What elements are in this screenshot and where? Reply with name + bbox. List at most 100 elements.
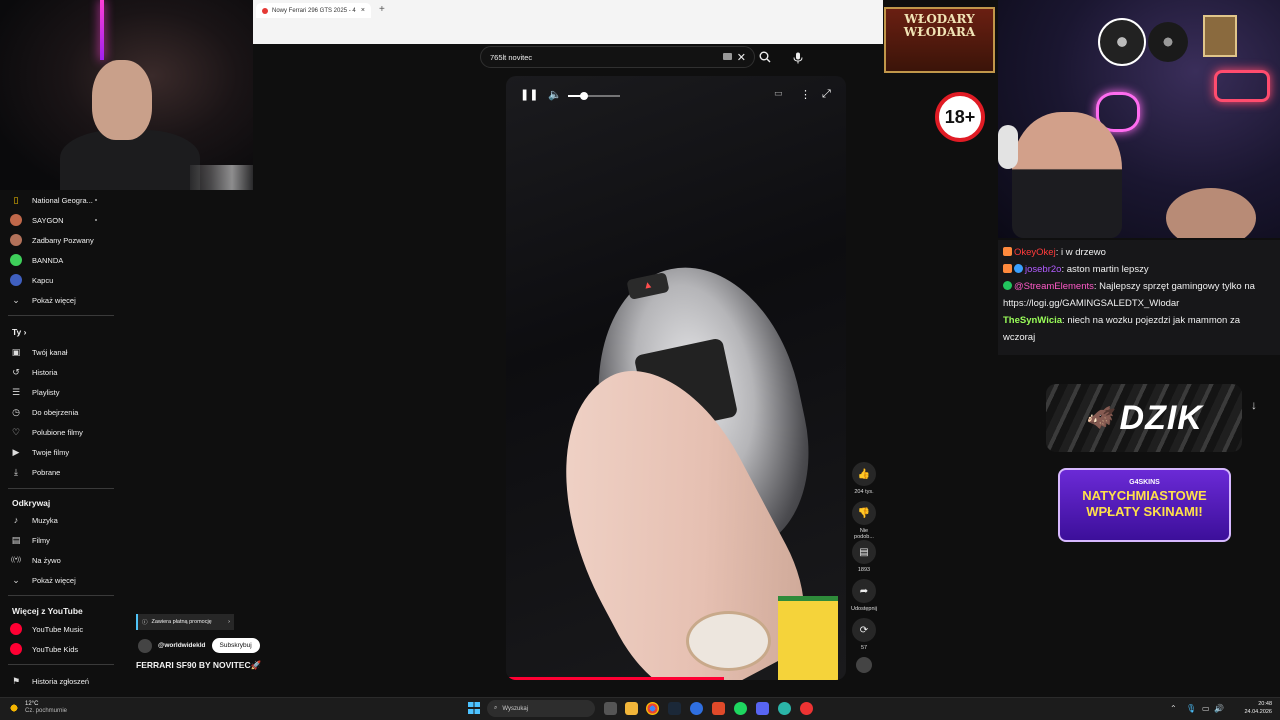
chat-user[interactable]: josebr2o [1025,264,1061,275]
clock-date: 24.04.2026 [1244,709,1272,715]
volume-knob[interactable] [579,92,588,100]
natgeo-avatar: ▯ [13,194,19,205]
sidebar-item-playlists[interactable]: ☰ Playlisty [10,382,125,402]
sidebar-item-music[interactable]: ♪ Muzyka [10,510,125,530]
zadbany-avatar [10,234,22,246]
youtube-music-icon [10,623,22,635]
ferrari-badge-icon [778,596,838,680]
remix-button[interactable]: ⟳ 57 [851,618,877,651]
streamer-webcam-left [0,0,253,190]
sidebar-item-your-channel[interactable]: ▣ Twój kanał [10,342,125,362]
weather-widget[interactable]: 12°C Cz. pochmurnie [8,701,67,715]
new-content-dot [95,219,97,221]
app-icon[interactable] [800,702,813,715]
steam-icon[interactable] [668,702,681,715]
chat-user[interactable]: OkeyOkej [1014,247,1056,258]
clock[interactable]: 20:48 24.04.2026 [1244,700,1272,716]
sidebar-item-label: SAYGON [32,215,64,225]
sidebar-item-label: Pobrane [32,467,61,477]
keyboard-icon[interactable] [723,53,732,60]
microphone-icon[interactable]: 🎙 [1186,704,1196,713]
new-tab-button[interactable]: + [379,4,385,15]
boar-icon: 🐗 [1085,405,1114,430]
channel-name[interactable]: @worldwidekld [158,642,206,649]
sidebar-item-youtube-music[interactable]: YouTube Music [10,619,125,639]
sidebar-item-live[interactable]: ((•)) Na żywo [10,550,125,570]
clock-time: 20:48 [1258,701,1272,707]
discord-icon[interactable] [756,702,769,715]
edge-icon[interactable] [690,702,703,715]
sidebar-item-report-history[interactable]: ⚑ Historia zgłoszeń [10,671,125,691]
sidebar-item-label: Do obejrzenia [32,407,79,417]
search-input[interactable]: 765lt novitec ✕ [480,46,755,68]
voice-search-button[interactable] [787,47,809,69]
video-title[interactable]: FERRARI SF90 BY NOVITEC🚀 [136,660,261,671]
chrome-icon[interactable] [646,702,659,715]
browser-tab[interactable]: Nowy Ferrari 296 GTS 2025 - 4 × [256,3,371,18]
show-more-explore[interactable]: ⌄ Pokaż więcej [10,570,125,590]
tray-chevron-icon[interactable]: ⌃ [1170,704,1177,713]
live-icon: ((•)) [10,557,22,563]
network-icon[interactable]: ▭ [1202,704,1210,713]
taskbar-search[interactable]: ⌕ Wyszukaj [487,700,595,717]
task-view-icon[interactable] [604,702,617,715]
paid-promotion-chip[interactable]: ⓘ Zawiera płatną promocję › [136,614,234,630]
logo-line-2: WŁODARA [903,25,976,39]
sidebar-item-your-videos[interactable]: ▶ Twoje filmy [10,442,125,462]
search-button[interactable] [755,47,775,67]
sidebar-sub-bannda[interactable]: BANNDA [10,250,125,270]
channel-avatar[interactable] [138,638,152,653]
like-count: 204 tys. [854,489,874,495]
share-button[interactable]: ➦ Udostępnij [851,579,877,612]
windows-start-icon[interactable] [468,702,480,714]
verified-icon [1003,281,1012,290]
captions-icon[interactable]: ▭ [774,88,783,99]
kapcu-avatar [10,274,22,286]
app-icon[interactable] [778,702,791,715]
sidebar-sub-saygon[interactable]: SAYGON [10,210,125,230]
speaker-icon[interactable]: 🔊 [1214,704,1224,713]
skins-brand: G4SKINS [1129,479,1160,486]
weather-desc: Cz. pochmurnie [25,708,68,714]
sidebar-item-films[interactable]: ▤ Filmy [10,530,125,550]
comments-button[interactable]: ▤ 1893 [851,540,877,573]
sidebar-item-label: Playlisty [32,387,60,397]
subscribe-button[interactable]: Subskrybuj [211,638,260,653]
sidebar-item-label: YouTube Kids [32,644,79,654]
pause-button[interactable]: ❚❚ [520,88,538,101]
sidebar-item-history[interactable]: ↺ Historia [10,362,125,382]
file-explorer-icon[interactable] [625,702,638,715]
sound-thumbnail-icon [856,657,872,673]
sound-button[interactable] [851,657,877,676]
sidebar-sub-kapcu[interactable]: Kapcu [10,270,125,290]
chat-user[interactable]: TheSynWicia [1003,315,1062,326]
sidebar-item-watch-later[interactable]: ◷ Do obejrzenia [10,402,125,422]
sidebar-you-heading[interactable]: Ty › [12,327,27,337]
clear-search-icon[interactable]: ✕ [737,51,746,64]
chat-user[interactable]: @StreamElements [1014,281,1094,292]
sidebar-sub-natgeo[interactable]: ▯ National Geogra... [10,190,125,210]
spotify-icon[interactable] [734,702,747,715]
app-icon[interactable] [712,702,725,715]
video-progress-bar[interactable] [506,677,724,680]
browser-tab-strip: Nowy Ferrari 296 GTS 2025 - 4 × + [253,0,883,44]
skins-line-1: NATYCHMIASTOWE [1082,488,1207,503]
sidebar-sub-zadbany[interactable]: Zadbany Pozwany [10,230,125,250]
wall-portrait [1203,15,1237,57]
more-options-icon[interactable]: ⋮ [800,88,811,101]
arrow-down-icon[interactable]: ↓ [1246,398,1262,414]
volume-slider[interactable] [568,92,620,100]
sidebar-item-youtube-kids[interactable]: YouTube Kids [10,639,125,659]
channel-row: @worldwidekld Subskrybuj [138,638,260,653]
shorts-video-player[interactable]: ▲ ❚❚ 🔈 ▭ ⋮ ⤢ [506,76,846,680]
sidebar-explore-heading: Odkrywaj [12,498,51,508]
fullscreen-icon[interactable]: ⤢ [822,88,831,101]
dislike-button[interactable]: 👎 Nie podob... [851,501,877,540]
close-tab-icon[interactable]: × [361,7,365,14]
like-button[interactable]: 👍 204 tys. [851,462,877,495]
sidebar-item-liked[interactable]: ♡ Polubione filmy [10,422,125,442]
sidebar-item-downloads[interactable]: ⤓ Pobrane [10,462,125,482]
sidebar-item-label: Na żywo [32,555,61,565]
show-more-subscriptions[interactable]: ⌄ Pokaż więcej [10,290,125,310]
volume-icon[interactable]: 🔈 [548,88,562,101]
